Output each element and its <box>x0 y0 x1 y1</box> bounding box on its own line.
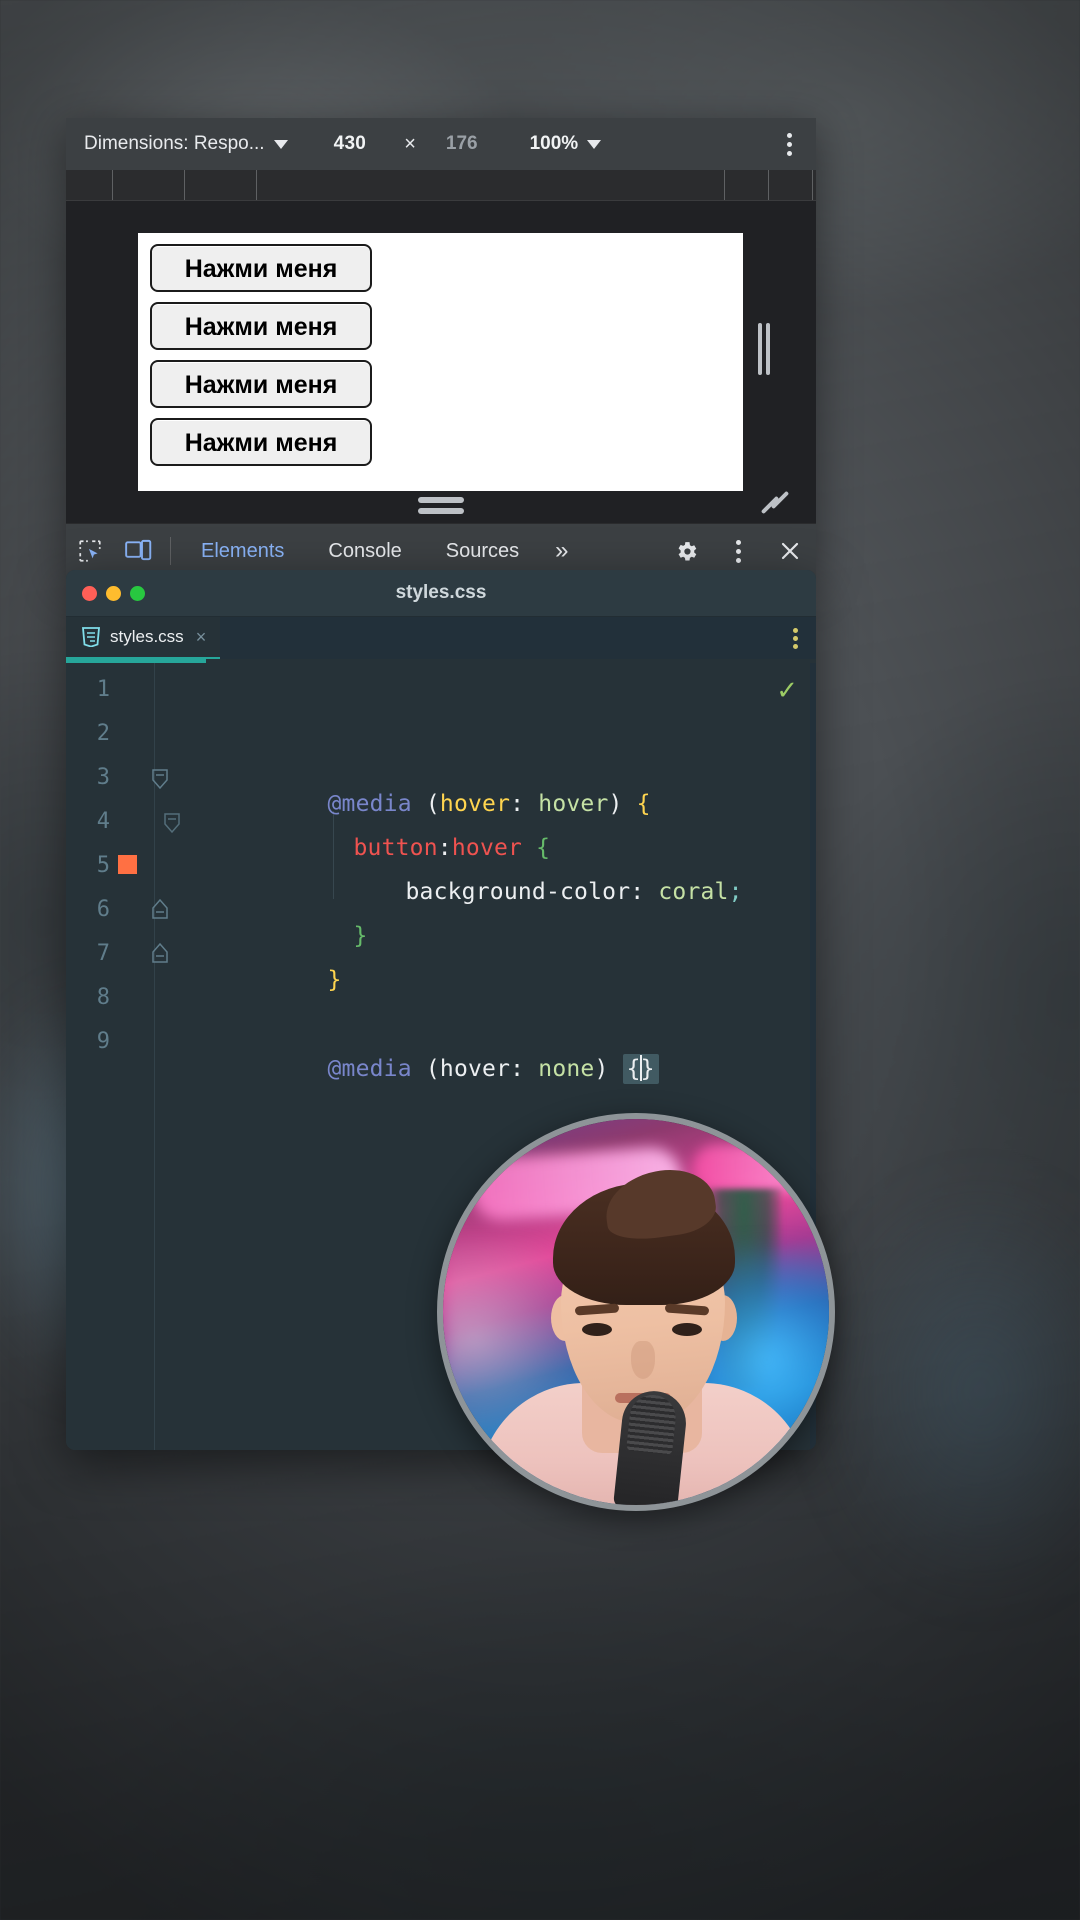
line-number: 5 <box>96 853 110 878</box>
file-tab-styles-css[interactable]: styles.css × <box>66 617 221 659</box>
viewport-width-input[interactable]: 430 <box>334 133 367 155</box>
line-number: 3 <box>96 765 110 790</box>
fold-marker-open[interactable] <box>161 811 183 834</box>
code-line-7: } <box>187 941 342 1019</box>
devtools-kebab-icon[interactable] <box>712 539 764 563</box>
toolbar-divider <box>170 537 171 565</box>
token-paren: ) <box>608 791 623 817</box>
line-number: 4 <box>96 809 110 834</box>
presenter-nose <box>631 1341 655 1379</box>
tab-label: Elements <box>201 539 285 562</box>
resize-handle-horizontal[interactable] <box>756 323 772 375</box>
caret-down-icon <box>273 139 288 149</box>
press-me-button[interactable]: Нажми меня <box>150 302 372 350</box>
fold-marker-close[interactable] <box>149 941 171 963</box>
ruler-tick <box>112 170 113 200</box>
editor-tab-kebab-icon[interactable] <box>775 617 816 659</box>
window-zoom-button[interactable] <box>130 585 145 601</box>
presenter-eye-right <box>672 1323 702 1336</box>
token-colon: : <box>510 1056 539 1082</box>
token-paren: ) <box>594 1056 609 1082</box>
token-semicolon: ; <box>728 879 743 905</box>
emulated-viewport-stage: Нажми меня Нажми меня Нажми меня Нажми м… <box>66 201 816 523</box>
token-paren: ( <box>425 1056 440 1082</box>
gear-icon[interactable] <box>660 539 712 564</box>
window-minimize-button[interactable] <box>106 585 121 601</box>
press-me-button[interactable]: Нажми меня <box>150 418 372 466</box>
line-number: 7 <box>96 941 110 966</box>
line-number: 9 <box>96 1029 110 1054</box>
close-icon[interactable] <box>764 539 816 563</box>
ruler-tick <box>184 170 185 200</box>
line-number: 2 <box>96 721 110 746</box>
presenter-eye-left <box>582 1323 612 1336</box>
token-brace: } <box>353 923 368 949</box>
emulated-page-frame: Нажми меня Нажми меня Нажми меня Нажми м… <box>138 233 743 491</box>
presenter-webcam-overlay <box>437 1113 835 1511</box>
ruler-tick <box>812 170 813 200</box>
dimensions-label: Dimensions: Respo... <box>84 133 265 154</box>
ruler-tick <box>768 170 769 200</box>
token-feature: hover <box>439 1056 511 1082</box>
tab-label: Console <box>328 539 402 562</box>
line-number: 6 <box>96 897 110 922</box>
resize-handle-corner[interactable] <box>760 487 794 517</box>
window-traffic-lights <box>66 585 145 601</box>
color-swatch-coral[interactable] <box>118 855 137 874</box>
dimensions-dropdown[interactable]: Dimensions: Respo... <box>84 133 288 155</box>
window-close-button[interactable] <box>82 585 97 601</box>
widget-close-brace: } <box>640 1056 655 1082</box>
fold-marker-open[interactable] <box>149 767 171 790</box>
button-list: Нажми меня Нажми меня Нажми меня Нажми м… <box>138 233 743 466</box>
token-brace: } <box>327 967 342 993</box>
css3-file-icon <box>82 627 100 647</box>
press-me-button[interactable]: Нажми меня <box>150 360 372 408</box>
neon-sign-right <box>693 1145 813 1191</box>
tab-label: Sources <box>445 539 520 562</box>
token-property: background-color <box>405 879 631 905</box>
editor-titlebar: styles.css <box>66 570 816 617</box>
dimension-separator: × <box>404 132 416 155</box>
press-me-button[interactable]: Нажми меня <box>150 244 372 292</box>
file-tab-close-icon[interactable]: × <box>194 627 207 648</box>
widget-open-brace: { <box>626 1056 641 1082</box>
token-colon: : <box>630 879 659 905</box>
code-line-9: @media (hover: none) {} <box>187 1029 659 1108</box>
editor-gutter: 1 2 3 4 5 6 7 8 9 <box>66 663 155 1450</box>
line-number: 1 <box>96 677 110 702</box>
autocomplete-brace-widget[interactable]: {} <box>622 1054 659 1084</box>
token-value: none <box>538 1056 595 1082</box>
editor-status-check-icon: ✓ <box>776 675 798 705</box>
viewport-height-input[interactable]: 176 <box>446 133 478 155</box>
token-at-rule: @media <box>327 1056 412 1082</box>
fold-marker-close[interactable] <box>149 897 171 919</box>
screen-root: Dimensions: Respo... 430 × 176 100% Нажм… <box>0 0 1080 1920</box>
ruler-tick <box>256 170 257 200</box>
token-value: coral <box>658 879 729 905</box>
caret-down-icon <box>587 139 602 149</box>
zoom-dropdown[interactable]: 100% <box>530 133 602 155</box>
editor-window-title: styles.css <box>395 582 487 603</box>
line-number: 8 <box>96 985 110 1010</box>
device-emulation-toolbar: Dimensions: Respo... 430 × 176 100% <box>66 118 816 170</box>
devtools-window: Dimensions: Respo... 430 × 176 100% Нажм… <box>66 118 816 578</box>
zoom-level-label: 100% <box>529 133 579 154</box>
device-toolbar-kebab-icon[interactable] <box>777 127 802 162</box>
resize-handle-vertical[interactable] <box>418 497 464 514</box>
file-tab-label: styles.css <box>110 627 184 646</box>
editor-file-tabs: styles.css × <box>66 617 816 659</box>
token-brace: { <box>636 791 651 817</box>
ruler-tick <box>724 170 725 200</box>
viewport-ruler[interactable] <box>66 170 816 201</box>
